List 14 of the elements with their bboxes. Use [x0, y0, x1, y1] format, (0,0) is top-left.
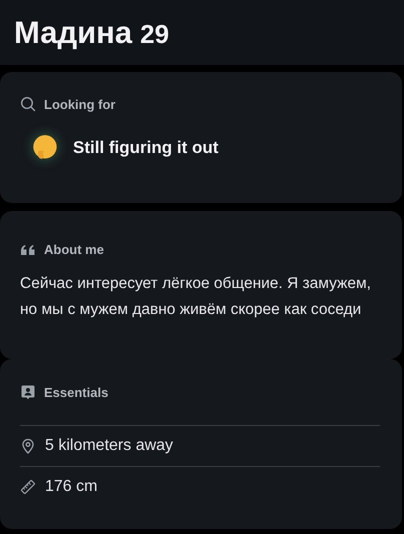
profile-age: 29: [140, 19, 170, 50]
search-icon: [20, 96, 36, 112]
section-heading: Looking for: [44, 96, 116, 112]
location-pin-icon: [20, 438, 36, 454]
quote-icon: [20, 242, 36, 258]
section-heading: About me: [44, 241, 104, 259]
profile-name: Мадина: [14, 14, 132, 50]
looking-for-value: Still figuring it out: [73, 138, 218, 158]
essential-value: 5 kilometers away: [45, 437, 174, 455]
section-heading: Essentials: [44, 384, 108, 400]
about-text: Сейчас интересует лёгкое общение. Я замужем, но мы с мужем давно живём скорее как соседи: [20, 274, 372, 320]
ruler-icon: [20, 479, 36, 495]
profile-card-icon: [20, 384, 36, 400]
essential-value: 176 cm: [45, 478, 98, 496]
